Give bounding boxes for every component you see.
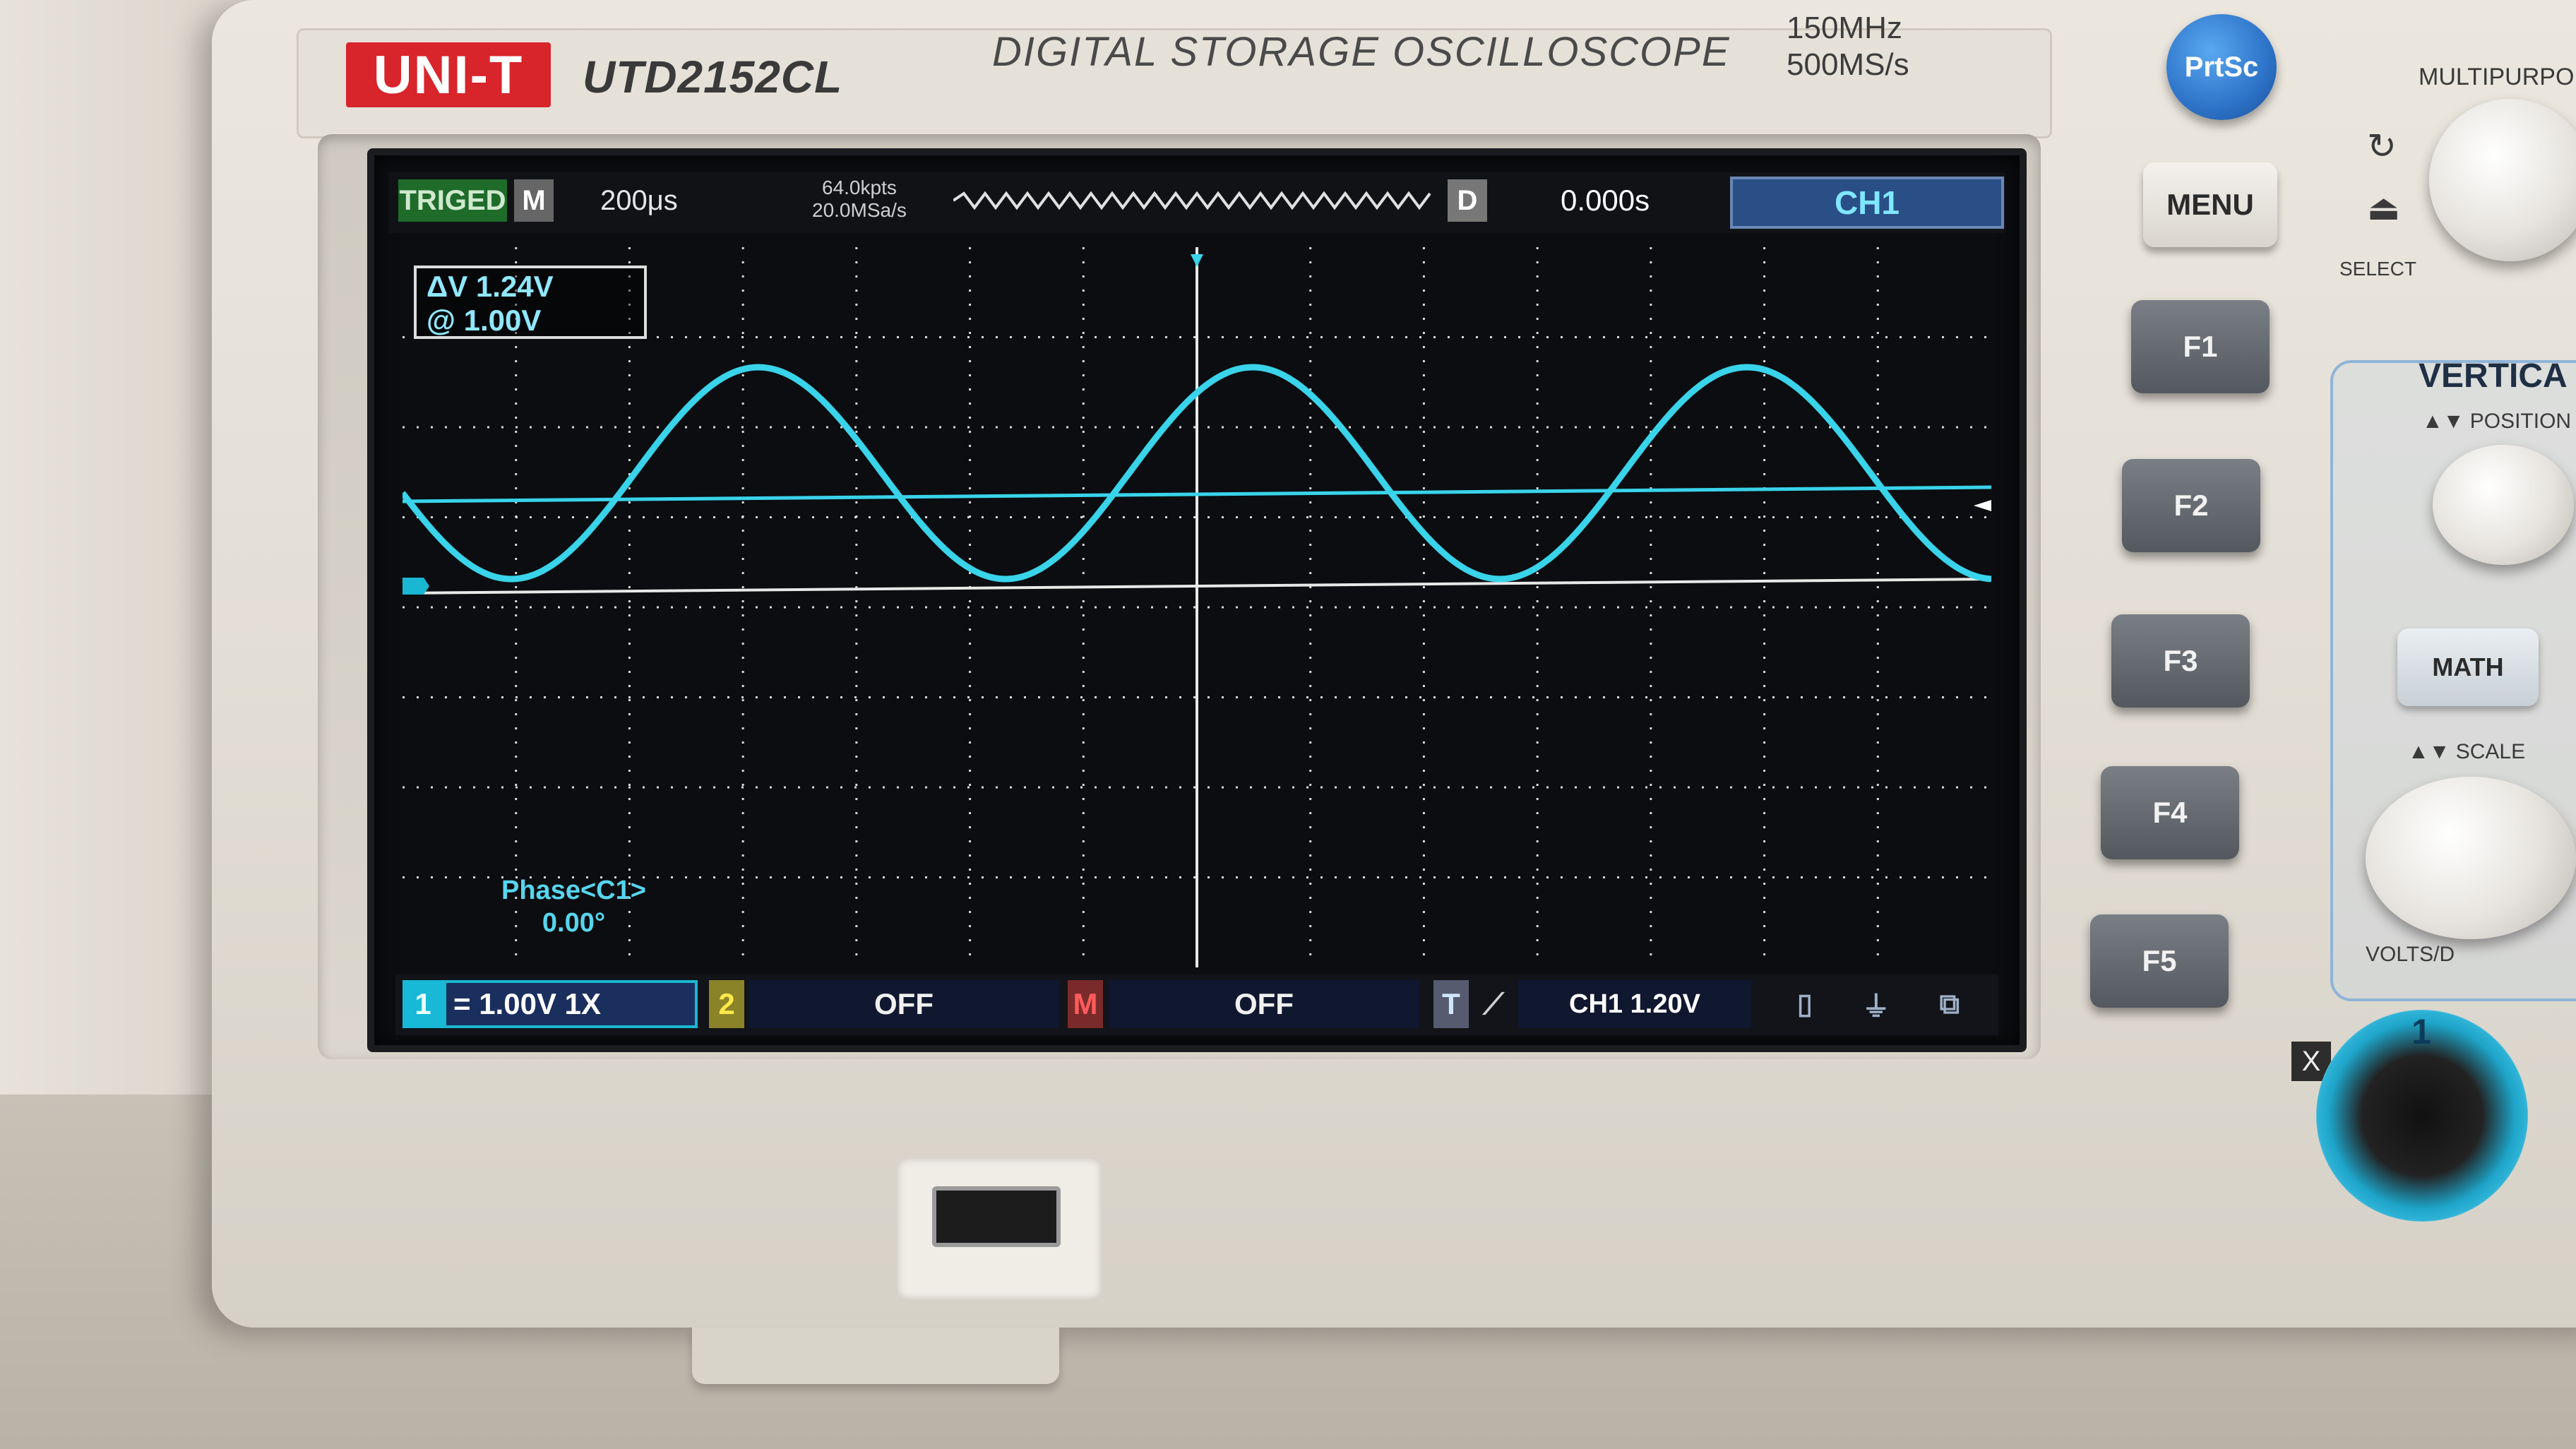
f3-button[interactable]: F3 xyxy=(2111,614,2250,708)
math-badge: M xyxy=(1068,980,1103,1028)
ch1-ground-marker xyxy=(402,578,429,595)
usb-icon: ⏚ xyxy=(1861,991,1890,1022)
display-screen: TRIGED M 200μs 64.0kpts 20.0MSa/s D 0.00… xyxy=(367,148,2027,1052)
at-v-readout: @ 1.00V xyxy=(427,304,542,337)
storage-icon: ▯ xyxy=(1796,989,1813,1020)
ch2-setting: OFF xyxy=(749,980,1059,1028)
ch1-input-number: 1 xyxy=(2411,1012,2431,1051)
ch1-setting: = 1.00V 1X xyxy=(443,980,698,1028)
phase-value: 0.00° xyxy=(542,908,606,938)
trigger-level: CH1 1.20V xyxy=(1518,980,1751,1028)
math-setting: OFF xyxy=(1109,980,1419,1028)
waveform-grid xyxy=(400,247,1992,967)
rotate-icon: ↻ xyxy=(2367,126,2397,166)
phase-label: Phase<C1> xyxy=(501,876,646,905)
brand-logo: UNI-T xyxy=(346,42,551,107)
model-name: UTD2152CL xyxy=(583,52,843,102)
sample-rate: 20.0MSa/s xyxy=(812,199,907,221)
prtsc-button[interactable]: PrtSc xyxy=(2166,14,2277,120)
trigger-status-badge: TRIGED xyxy=(398,179,507,222)
usb-port[interactable] xyxy=(932,1186,1061,1247)
trigger-level-marker xyxy=(1974,500,1991,511)
horizontal-offset: 0.000s xyxy=(1561,184,1650,217)
vertical-position-knob[interactable] xyxy=(2433,445,2574,565)
select-label: SELECT xyxy=(2339,258,2416,280)
waveform-plot: ΔV 1.24V @ 1.00V Phase<C1> 0.00° xyxy=(400,247,1992,967)
bandwidth-spec: 150MHz xyxy=(1787,11,1902,45)
trigger-badge: T xyxy=(1433,980,1469,1028)
ch2-number: 2 xyxy=(709,980,744,1028)
active-channel-tag: CH1 xyxy=(1730,177,2004,229)
math-button[interactable]: MATH xyxy=(2397,628,2539,706)
network-icon: ⧉ xyxy=(1939,988,1960,1020)
f5-button[interactable]: F5 xyxy=(2090,914,2229,1008)
spec-block: 150MHz 500MS/s xyxy=(1787,10,1909,83)
status-bar: TRIGED M 200μs 64.0kpts 20.0MSa/s D 0.00… xyxy=(388,172,2005,233)
volts-div-knob[interactable] xyxy=(2366,777,2576,939)
volts-div-label: VOLTS/D xyxy=(2366,943,2455,966)
position-text: POSITION xyxy=(2469,410,2572,433)
oscilloscope-foot xyxy=(692,1328,1059,1384)
channel-bar: 1 = 1.00V 1X 2 OFF M OFF T ⟋ CH1 1.20V ▯… xyxy=(395,974,1998,1035)
multipurpose-label: MULTIPURPO xyxy=(2419,64,2575,90)
scale-label: ▲▼ SCALE xyxy=(2408,740,2526,763)
delay-badge: D xyxy=(1448,179,1487,222)
mode-badge: M xyxy=(514,179,554,222)
sample-rate-spec: 500MS/s xyxy=(1787,47,1909,82)
memory-overview-icon xyxy=(953,191,1431,210)
f4-button[interactable]: F4 xyxy=(2101,766,2239,859)
trigger-position-marker xyxy=(1191,254,1203,267)
ch1-number: 1 xyxy=(402,980,443,1028)
memory-depth: 64.0kpts xyxy=(822,177,897,198)
timebase-readout: 200μs xyxy=(600,185,678,216)
cursor-readout-box: ΔV 1.24V @ 1.00V xyxy=(414,266,647,339)
rising-edge-icon: ⟋ xyxy=(1483,986,1504,1020)
status-icons: ▯ ⏚ ⧉ xyxy=(1772,980,1984,1028)
acquisition-info: 64.0kpts 20.0MSa/s xyxy=(812,177,907,222)
phase-measurement: Phase<C1> 0.00° xyxy=(501,874,646,939)
select-icon: ⏏ xyxy=(2367,188,2401,227)
menu-button[interactable]: MENU xyxy=(2143,162,2277,247)
vertical-title: VERTICA xyxy=(2419,357,2568,395)
delta-v-readout: ΔV 1.24V xyxy=(427,270,554,303)
device-subtitle: DIGITAL STORAGE OSCILLOSCOPE xyxy=(992,29,1731,75)
scale-text: SCALE xyxy=(2455,740,2526,763)
position-label: ▲▼ POSITION xyxy=(2422,410,2572,433)
f1-button[interactable]: F1 xyxy=(2131,300,2270,393)
f2-button[interactable]: F2 xyxy=(2122,459,2260,552)
